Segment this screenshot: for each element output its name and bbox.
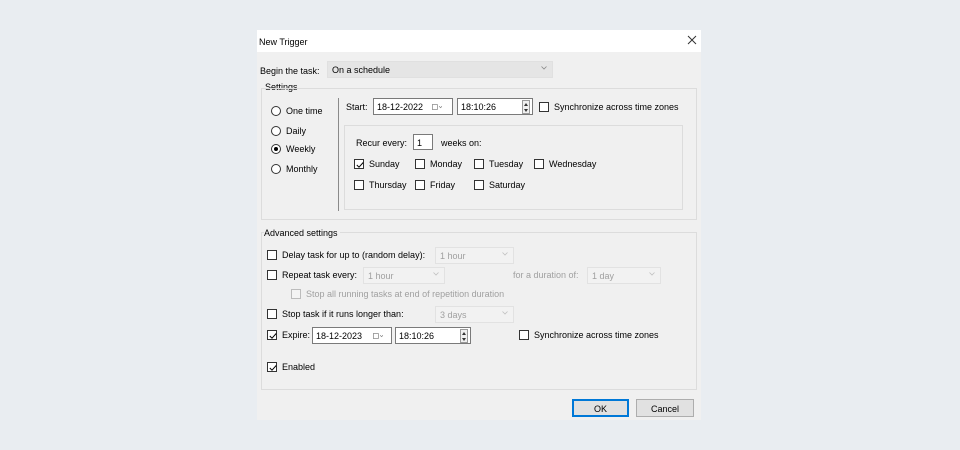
cancel-button-label: Cancel [650, 404, 679, 414]
expire-time-input[interactable]: 18:10:26 [395, 327, 471, 344]
start-time-spinner[interactable] [522, 100, 530, 114]
begin-task-value: On a schedule [332, 65, 391, 75]
radio-circle[interactable] [271, 106, 281, 116]
day-label-thursday: Thursday [369, 180, 407, 190]
title-bar: New Trigger [257, 30, 701, 52]
begin-task-select[interactable]: On a schedule [327, 61, 553, 78]
enabled-label: Enabled [282, 362, 316, 372]
recur-every-input[interactable]: 1 [413, 134, 433, 150]
radio-label: Daily [286, 126, 307, 136]
day-checkbox-friday[interactable] [415, 180, 425, 190]
new-trigger-dialog: New Trigger Begin the task: On a schedul… [257, 30, 701, 420]
begin-task-label: Begin the task: [260, 66, 320, 76]
advanced-settings-label: Advanced settings [264, 228, 340, 239]
start-sync-checkbox[interactable] [539, 102, 549, 112]
day-checkbox-wednesday[interactable] [534, 159, 544, 169]
duration-value: 1 day [592, 271, 615, 281]
delay-label: Delay task for up to (random delay): [282, 250, 426, 260]
chevron-down-icon [433, 272, 439, 276]
expire-time-spinner[interactable] [460, 329, 468, 343]
expire-date-value: 18-12-2023 [316, 331, 363, 341]
recur-every-value: 1 [417, 138, 423, 148]
repeat-value: 1 hour [368, 271, 394, 281]
stop-longer-select[interactable]: 3 days [435, 306, 514, 323]
day-checkbox-monday[interactable] [415, 159, 425, 169]
radio-label: Monthly [286, 164, 318, 174]
recur-every-label: Recur every: [356, 138, 408, 148]
repeat-label: Repeat task every: [282, 270, 358, 280]
stop-running-label: Stop all running tasks at end of repetit… [306, 289, 505, 299]
day-checkbox-saturday[interactable] [474, 180, 484, 190]
day-label-saturday: Saturday [489, 180, 526, 190]
close-icon[interactable] [685, 33, 699, 47]
stop-longer-label: Stop task if it runs longer than: [282, 309, 404, 319]
expire-sync-checkbox[interactable] [519, 330, 529, 340]
ok-button-label: OK [593, 404, 607, 414]
stop-longer-checkbox[interactable] [267, 309, 277, 319]
calendar-icon[interactable] [432, 103, 442, 111]
day-label-tuesday: Tuesday [489, 159, 524, 169]
radio-circle[interactable] [271, 144, 281, 154]
vertical-divider [338, 98, 339, 211]
repeat-select[interactable]: 1 hour [363, 267, 445, 284]
chevron-down-icon [502, 311, 508, 315]
day-checkbox-thursday[interactable] [354, 180, 364, 190]
stop-running-checkbox[interactable] [291, 289, 301, 299]
chevron-down-icon [541, 66, 547, 70]
day-label-wednesday: Wednesday [549, 159, 597, 169]
ok-button[interactable]: OK [572, 399, 629, 417]
expire-label: Expire: [282, 330, 311, 340]
day-label-sunday: Sunday [369, 159, 400, 169]
duration-label: for a duration of: [513, 270, 579, 280]
start-date-value: 18-12-2022 [377, 102, 424, 112]
delay-select[interactable]: 1 hour [435, 247, 514, 264]
start-label: Start: [346, 102, 368, 112]
repeat-checkbox[interactable] [267, 270, 277, 280]
start-time-input[interactable]: 18:10:26 [457, 98, 533, 115]
stop-longer-value: 3 days [440, 310, 467, 320]
duration-select[interactable]: 1 day [587, 267, 661, 284]
delay-value: 1 hour [440, 251, 466, 261]
day-checkbox-sunday[interactable] [354, 159, 364, 169]
dialog-title: New Trigger [259, 37, 308, 47]
expire-checkbox[interactable] [267, 330, 277, 340]
weeks-on-label: weeks on: [441, 138, 482, 148]
radio-label: One time [286, 106, 323, 116]
radio-circle[interactable] [271, 164, 281, 174]
enabled-checkbox[interactable] [267, 362, 277, 372]
day-checkbox-tuesday[interactable] [474, 159, 484, 169]
radio-circle[interactable] [271, 126, 281, 136]
delay-checkbox[interactable] [267, 250, 277, 260]
expire-sync-label: Synchronize across time zones [534, 330, 659, 340]
day-label-monday: Monday [430, 159, 463, 169]
cancel-button[interactable]: Cancel [636, 399, 694, 417]
calendar-icon[interactable] [373, 332, 383, 340]
expire-date-picker[interactable]: 18-12-2023 [312, 327, 392, 344]
chevron-down-icon [649, 272, 655, 276]
start-time-value: 18:10:26 [461, 102, 497, 112]
start-date-picker[interactable]: 18-12-2022 [373, 98, 453, 115]
chevron-down-icon [502, 252, 508, 256]
expire-time-value: 18:10:26 [399, 331, 435, 341]
start-sync-label: Synchronize across time zones [554, 102, 679, 112]
day-label-friday: Friday [430, 180, 456, 190]
radio-label: Weekly [286, 144, 316, 154]
